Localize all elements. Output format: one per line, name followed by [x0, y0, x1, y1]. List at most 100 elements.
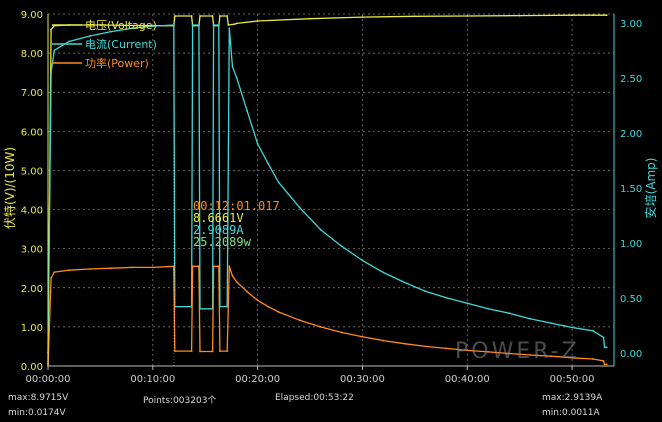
data-point-power: [340, 331, 343, 334]
x-tick: 00:40:00: [445, 374, 490, 385]
legend-label-current: 电流(Current): [85, 37, 157, 51]
y-tick-right: 1.50: [620, 184, 642, 195]
footer-min-current: min:0.0011A: [542, 408, 600, 418]
data-point-current: [191, 24, 194, 26]
y-tick-left: 2.00: [21, 284, 43, 295]
data-point-power: [231, 275, 234, 277]
data-point-voltage: [605, 14, 608, 17]
annotation-power: 25.2089w: [193, 235, 252, 249]
footer-max-current: max:2.9139A: [542, 393, 603, 403]
data-point-current: [382, 271, 385, 274]
y-tick-right: 3.00: [620, 19, 642, 30]
data-point-voltage: [219, 15, 221, 17]
data-point-power: [605, 363, 608, 366]
data-point-current: [571, 326, 573, 329]
x-tick: 00:50:00: [550, 374, 595, 385]
data-point-current: [403, 281, 406, 284]
y-tick-left: 6.00: [21, 127, 43, 138]
data-point-voltage: [226, 15, 229, 17]
data-point-current: [529, 317, 531, 320]
data-point-current: [231, 65, 234, 68]
data-point-current: [228, 27, 231, 30]
data-point-power: [403, 342, 406, 345]
data-point-voltage: [235, 22, 238, 25]
legend-label-voltage: 电压(Voltage): [85, 19, 157, 32]
data-point-power: [382, 339, 385, 342]
data-point-power: [246, 290, 249, 293]
data-point-power: [267, 305, 269, 308]
watermark: POWER-Z: [455, 339, 580, 364]
y-tick-left: 5.00: [21, 166, 43, 177]
data-point-power: [219, 350, 221, 352]
data-point-voltage: [190, 15, 193, 17]
data-point-current: [361, 259, 364, 262]
data-point-current: [246, 109, 249, 112]
data-point-power: [256, 299, 259, 302]
data-point-power: [603, 363, 606, 366]
data-point-power: [217, 265, 220, 268]
legend-label-power: 功率(Power): [85, 56, 149, 70]
data-point-power: [110, 267, 112, 270]
footer-elapsed: Elapsed:00:53:22: [275, 393, 354, 403]
data-point-current: [508, 312, 511, 315]
data-point-power: [53, 271, 56, 273]
data-point-power: [226, 350, 229, 352]
data-point-current: [424, 290, 427, 293]
data-point-current: [212, 24, 215, 26]
data-point-current: [68, 40, 70, 43]
data-point-current: [89, 35, 91, 37]
data-point-current: [172, 24, 175, 26]
x-tick: 00:30:00: [340, 374, 385, 385]
data-point-voltage: [256, 20, 259, 22]
data-point-power: [298, 319, 301, 322]
y-tick-left: 1.00: [21, 323, 43, 334]
y-tick-right: 2.00: [620, 129, 642, 140]
y-tick-left: 0.00: [21, 362, 43, 373]
data-point-voltage: [361, 16, 364, 18]
data-point-voltage: [227, 24, 230, 26]
data-point-power: [424, 345, 427, 348]
data-point-power: [228, 265, 231, 268]
data-point-current: [198, 24, 200, 26]
y-tick-right: 0.00: [620, 349, 642, 360]
x-tick: 00:00:00: [26, 374, 71, 385]
data-point-voltage: [173, 15, 176, 17]
x-tick: 00:10:00: [130, 374, 175, 385]
data-point-current: [235, 76, 238, 79]
chart: 0.00 1.00 2.00 3.00 4.00 5.00 6.00 7.00 8.00 9.00…: [0, 0, 662, 422]
data-point-power: [199, 350, 201, 353]
data-point-voltage: [211, 15, 214, 17]
data-point-voltage: [309, 17, 311, 20]
data-point-power: [198, 265, 200, 268]
data-point-voltage: [233, 23, 236, 26]
y-tick-left: 4.00: [21, 206, 43, 217]
y-tick-left: 9.00: [21, 10, 43, 21]
data-point-power: [131, 266, 133, 269]
data-point-current: [592, 329, 594, 332]
data-point-current: [53, 49, 56, 52]
data-point-current: [298, 206, 301, 209]
data-point-voltage: [414, 15, 416, 18]
data-point-power: [319, 326, 322, 328]
data-point-current: [550, 322, 552, 324]
data-point-current: [605, 346, 608, 349]
data-point-power: [191, 265, 194, 268]
y-tick-left: 7.00: [21, 88, 43, 99]
data-point-power: [89, 268, 91, 270]
data-point-current: [466, 302, 469, 305]
data-point-current: [256, 142, 259, 145]
data-point-power: [212, 265, 215, 268]
data-point-current: [217, 24, 220, 26]
data-point-voltage: [518, 14, 521, 17]
data-point-power: [277, 311, 280, 313]
data-point-current: [277, 181, 280, 184]
data-point-current: [50, 71, 52, 74]
data-point-voltage: [571, 14, 573, 17]
data-point-current: [267, 162, 269, 165]
x-tick: 00:20:00: [235, 374, 280, 385]
y-tick-left: 3.00: [21, 245, 43, 256]
data-point-current: [319, 228, 322, 231]
data-point-power: [592, 358, 594, 360]
data-point-current: [445, 296, 448, 299]
footer-points: Points:003203个: [143, 396, 217, 406]
